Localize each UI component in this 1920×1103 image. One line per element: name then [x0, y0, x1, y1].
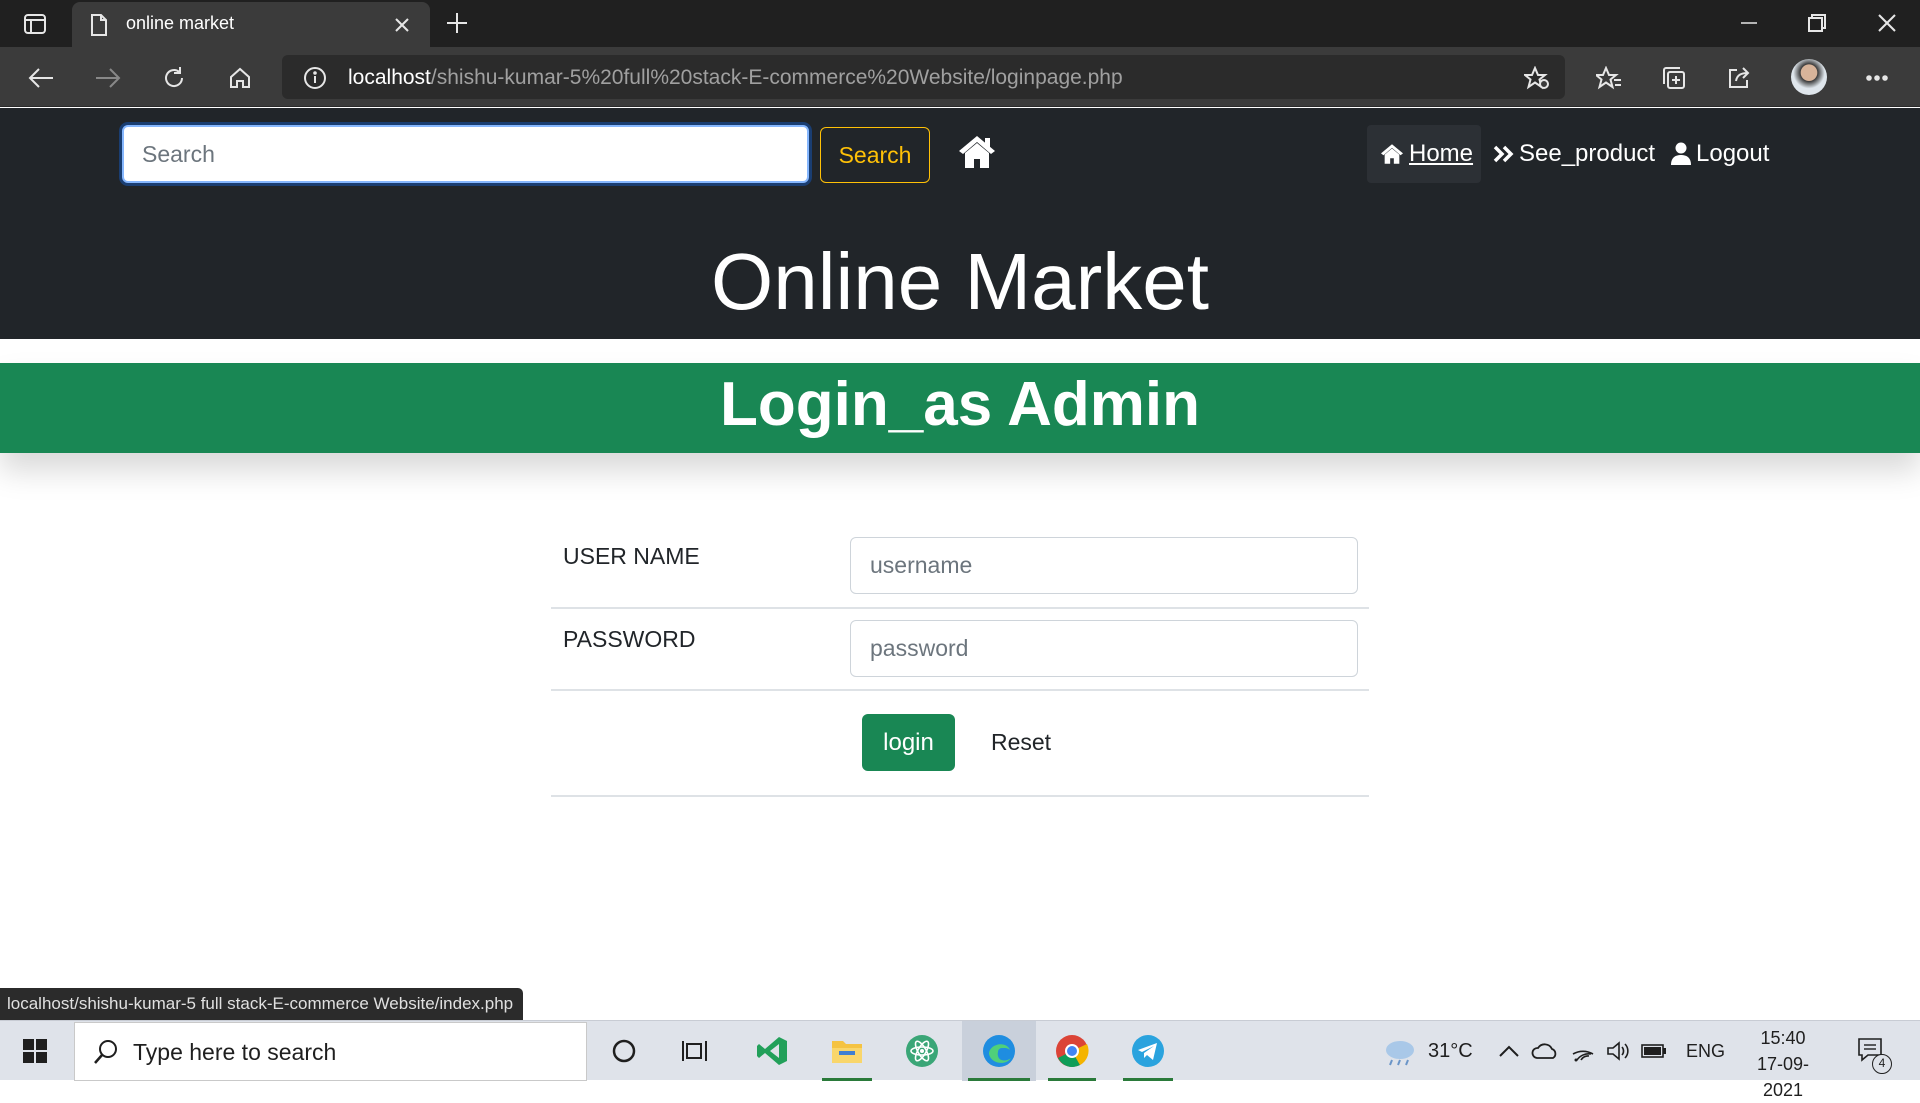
new-tab-icon[interactable] [444, 10, 470, 36]
home-icon[interactable] [957, 134, 997, 170]
windows-taskbar: Type here to search 31°C ENG 15:40 17-09… [0, 1020, 1920, 1100]
visual-studio-app-icon[interactable] [741, 1021, 803, 1081]
weather-temperature: 31°C [1428, 1039, 1473, 1062]
back-icon[interactable] [26, 63, 56, 93]
site-header: Search Home See_product Logout Online Ma… [0, 108, 1920, 339]
site-info-icon[interactable] [302, 65, 328, 91]
nav-home-icon [1381, 144, 1403, 164]
wifi-icon[interactable] [1571, 1021, 1595, 1081]
double-chevron-right-icon [1493, 145, 1514, 163]
restore-window-icon[interactable] [1802, 10, 1832, 36]
add-favorite-icon[interactable] [1523, 65, 1551, 91]
tab-actions-icon[interactable] [20, 10, 50, 38]
collections-icon[interactable] [1659, 63, 1689, 93]
login-banner: Login_as Admin [0, 363, 1920, 453]
browser-home-icon[interactable] [225, 63, 255, 93]
edge-app-icon[interactable] [962, 1021, 1036, 1081]
nav-logout-label: Logout [1696, 140, 1770, 167]
close-window-icon[interactable] [1872, 10, 1902, 36]
weather-widget[interactable]: 31°C [1380, 1021, 1473, 1081]
nav-see-product-label: See_product [1519, 140, 1656, 167]
search-input[interactable] [122, 125, 809, 183]
password-row: PASSWORD [551, 609, 1369, 691]
task-view-icon[interactable] [665, 1021, 727, 1081]
nav-logout-link[interactable]: Logout [1670, 125, 1769, 183]
start-button[interactable] [4, 1021, 66, 1081]
password-label: PASSWORD [563, 626, 696, 652]
nav-see-product-link[interactable]: See_product [1493, 125, 1655, 183]
tab-title: online market [126, 13, 235, 33]
volume-icon[interactable] [1606, 1021, 1630, 1081]
clock-date: 17-09-2021 [1756, 1054, 1810, 1100]
notification-count-badge: 4 [1872, 1054, 1892, 1074]
url-text: localhost/shishu-kumar-5%20full%20stack-… [348, 66, 1123, 90]
language-label: ENG [1686, 1040, 1726, 1061]
user-icon [1671, 142, 1691, 165]
username-field[interactable] [850, 537, 1358, 594]
favorites-icon[interactable] [1594, 63, 1624, 93]
browser-tab-active[interactable]: online market [72, 2, 430, 47]
windows-logo-icon [23, 1039, 47, 1063]
password-field[interactable] [850, 620, 1358, 677]
browser-tab-bar: online market [0, 0, 1920, 47]
username-row: USER NAME [551, 525, 1369, 609]
telegram-app-icon[interactable] [1117, 1021, 1179, 1081]
login-title: Login_as Admin [720, 370, 1200, 439]
browser-toolbar: localhost/shishu-kumar-5%20full%20stack-… [0, 47, 1920, 107]
battery-icon[interactable] [1641, 1021, 1667, 1081]
share-icon[interactable] [1724, 63, 1754, 93]
atom-app-icon[interactable] [891, 1021, 953, 1081]
nav-home-label: Home [1409, 140, 1474, 167]
search-button[interactable]: Search [820, 127, 930, 183]
site-title: Online Market [711, 237, 1209, 326]
input-language-indicator[interactable]: ENG [1686, 1021, 1725, 1081]
weather-cloud-icon [1386, 1041, 1414, 1066]
notification-center-icon[interactable]: 4 [1856, 1021, 1892, 1081]
show-hidden-icons-icon[interactable] [1498, 1021, 1520, 1081]
close-tab-icon[interactable] [392, 15, 412, 35]
taskbar-search-placeholder: Type here to search [133, 1039, 337, 1065]
url-host: localhost [348, 66, 431, 89]
profile-avatar[interactable] [1791, 59, 1827, 95]
taskbar-clock[interactable]: 15:40 17-09-2021 [1738, 1025, 1828, 1103]
file-explorer-app-icon[interactable] [816, 1021, 878, 1081]
url-path: /shishu-kumar-5%20full%20stack-E-commerc… [430, 66, 1123, 89]
minimize-window-icon[interactable] [1734, 10, 1764, 36]
link-status-url: localhost/shishu-kumar-5 full stack-E-co… [0, 988, 524, 1020]
forward-icon[interactable] [93, 63, 123, 93]
clock-time: 15:40 [1760, 1028, 1806, 1048]
more-options-icon[interactable] [1862, 63, 1892, 93]
reset-button[interactable]: Reset [976, 714, 1066, 771]
nav-home-link[interactable]: Home [1367, 125, 1481, 183]
username-label: USER NAME [563, 543, 700, 569]
login-button[interactable]: login [862, 714, 955, 771]
chrome-app-icon[interactable] [1042, 1021, 1102, 1081]
page-icon [88, 12, 110, 38]
search-icon [94, 1040, 117, 1064]
cortana-icon[interactable] [593, 1021, 655, 1081]
form-actions-row [551, 691, 1369, 797]
onedrive-icon[interactable] [1531, 1021, 1559, 1081]
address-bar[interactable]: localhost/shishu-kumar-5%20full%20stack-… [282, 55, 1565, 99]
refresh-icon[interactable] [159, 63, 189, 93]
taskbar-search-box[interactable]: Type here to search [74, 1022, 587, 1081]
